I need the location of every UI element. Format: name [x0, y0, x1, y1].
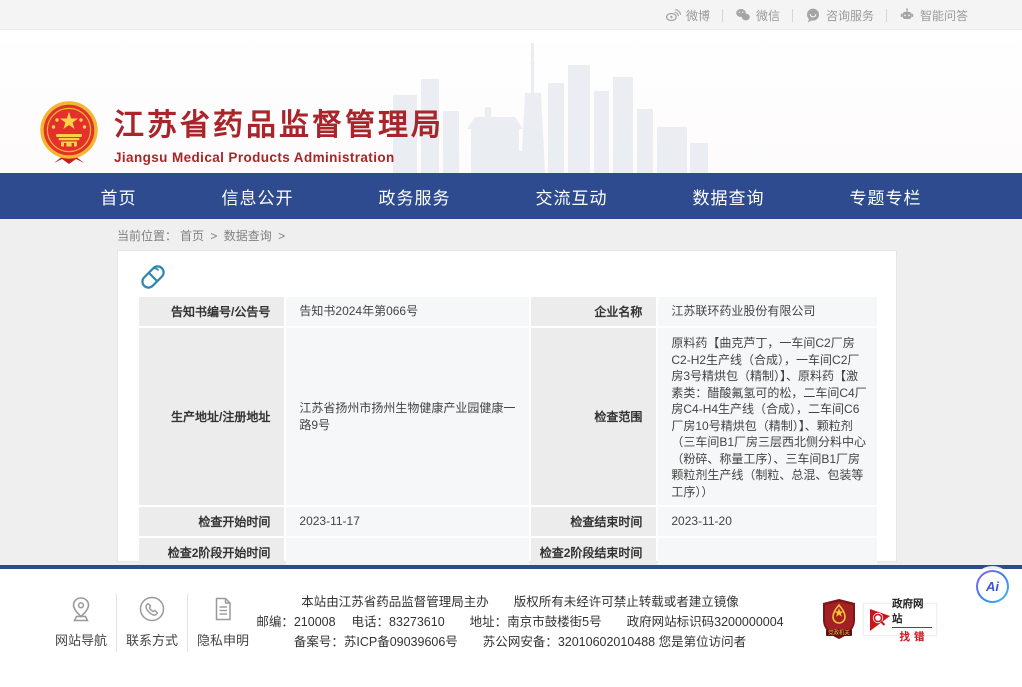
capsule-icon	[136, 260, 170, 294]
weibo-link[interactable]: 微博	[653, 7, 722, 24]
nav-item-data-query[interactable]: 数据查询	[693, 184, 765, 209]
company-name-value: 江苏联环药业股份有限公司	[658, 297, 877, 326]
error-badge-text: 政府网站 找错	[892, 596, 932, 644]
footer-nav: 网站导航 联系方式 隐私申明	[46, 591, 258, 652]
scope-label: 检查范围	[531, 328, 656, 505]
contact-link[interactable]: 联系方式	[117, 591, 187, 652]
nav-item-special-topics[interactable]: 专题专栏	[850, 184, 922, 209]
main-nav: 首页 信息公开 政务服务 交流互动 数据查询 专题专栏	[0, 173, 1022, 219]
smart-qa-link[interactable]: 智能问答	[887, 7, 980, 24]
national-emblem-logo[interactable]	[40, 101, 98, 165]
smart-qa-label: 智能问答	[920, 7, 968, 24]
ai-assistant-button[interactable]: Ai	[976, 570, 1009, 603]
topbar-links: 微博 微信 咨询服务	[653, 0, 980, 30]
table-row: 告知书编号/公告号 告知书2024年第066号 企业名称 江苏联环药业股份有限公…	[139, 297, 877, 326]
nav-item-interaction[interactable]: 交流互动	[536, 184, 608, 209]
end-time-value: 2023-11-20	[658, 507, 877, 536]
svg-text:党政机关: 党政机关	[828, 629, 850, 637]
site-subtitle: Jiangsu Medical Products Administration	[114, 150, 444, 165]
table-row: 检查2阶段开始时间 检查2阶段结束时间	[139, 538, 877, 567]
footer-line-icp: 备案号：苏ICP备09039606号 苏公网安备：32010602010488 …	[235, 632, 805, 652]
stage2-start-value	[286, 538, 529, 567]
breadcrumb-separator: >	[210, 229, 217, 243]
gov-site-error-report-badge[interactable]: 政府网站 找错	[863, 603, 937, 636]
breadcrumb-separator: >	[278, 229, 285, 243]
start-time-label: 检查开始时间	[139, 507, 284, 536]
document-icon	[209, 595, 237, 623]
party-gov-badge[interactable]: 党政机关	[822, 598, 856, 640]
address-value: 江苏省扬州市扬州生物健康产业园健康一路9号	[286, 328, 529, 505]
wechat-label: 微信	[756, 7, 780, 24]
breadcrumb-data-query-link[interactable]: 数据查询	[224, 229, 272, 243]
page: 微博 微信 咨询服务	[0, 0, 1022, 687]
site-map-label: 网站导航	[55, 630, 107, 649]
breadcrumb: 当前位置：首页 > 数据查询 >	[117, 227, 288, 244]
weibo-icon	[665, 7, 681, 23]
site-title: 江苏省药品监督管理局	[114, 100, 444, 144]
footer-info: 本站由江苏省药品监督管理局主办 版权所有未经许可禁止转载或者建立镜像 邮编：21…	[235, 592, 805, 652]
nav-item-home[interactable]: 首页	[101, 184, 137, 209]
notice-number-value: 告知书2024年第066号	[286, 297, 529, 326]
breadcrumb-prefix: 当前位置：	[117, 229, 177, 243]
consult-service-link[interactable]: 咨询服务	[793, 7, 886, 24]
nav-item-gov-services[interactable]: 政务服务	[379, 184, 451, 209]
stage2-start-label: 检查2阶段开始时间	[139, 538, 284, 567]
stage2-end-label: 检查2阶段结束时间	[531, 538, 656, 567]
breadcrumb-home-link[interactable]: 首页	[180, 229, 204, 243]
site-footer: 网站导航 联系方式 隐私申明	[0, 569, 1022, 687]
nav-item-info-disclosure[interactable]: 信息公开	[222, 184, 294, 209]
table-row: 生产地址/注册地址 江苏省扬州市扬州生物健康产业园健康一路9号 检查范围 原料药…	[139, 328, 877, 505]
inspection-detail-card: 告知书编号/公告号 告知书2024年第066号 企业名称 江苏联环药业股份有限公…	[117, 250, 897, 562]
magnifier-flag-icon	[868, 607, 892, 633]
table-row: 检查开始时间 2023-11-17 检查结束时间 2023-11-20	[139, 507, 877, 536]
footer-line-host: 本站由江苏省药品监督管理局主办 版权所有未经许可禁止转载或者建立镜像	[235, 592, 805, 612]
robot-icon	[899, 7, 915, 23]
footer-line-contact: 邮编：210008 电话：83273610 地址：南京市鼓楼街5号 政府网站标识…	[235, 612, 805, 632]
site-map-link[interactable]: 网站导航	[46, 591, 116, 652]
map-pin-icon	[67, 595, 95, 623]
stage2-end-value	[658, 538, 877, 567]
phone-icon	[138, 595, 166, 623]
top-utility-bar: 微博 微信 咨询服务	[0, 0, 1022, 30]
site-header: 江苏省药品监督管理局 Jiangsu Medical Products Admi…	[0, 30, 1022, 173]
brand: 江苏省药品监督管理局 Jiangsu Medical Products Admi…	[40, 100, 444, 165]
end-time-label: 检查结束时间	[531, 507, 656, 536]
consult-service-label: 咨询服务	[826, 7, 874, 24]
scope-value: 原料药【曲克芦丁，一车间C2厂房C2-H2生产线（合成），一车间C2厂房3号精烘…	[658, 328, 877, 505]
contact-label: 联系方式	[126, 630, 178, 649]
wechat-link[interactable]: 微信	[723, 7, 792, 24]
chat-bubble-icon	[805, 7, 821, 23]
error-badge-line2: 找错	[900, 629, 929, 644]
weibo-label: 微博	[686, 7, 710, 24]
wechat-icon	[735, 7, 751, 23]
brand-text: 江苏省药品监督管理局 Jiangsu Medical Products Admi…	[114, 100, 444, 165]
address-label: 生产地址/注册地址	[139, 328, 284, 505]
error-badge-line1: 政府网站	[892, 596, 932, 628]
start-time-value: 2023-11-17	[286, 507, 529, 536]
company-name-label: 企业名称	[531, 297, 656, 326]
notice-number-label: 告知书编号/公告号	[139, 297, 284, 326]
